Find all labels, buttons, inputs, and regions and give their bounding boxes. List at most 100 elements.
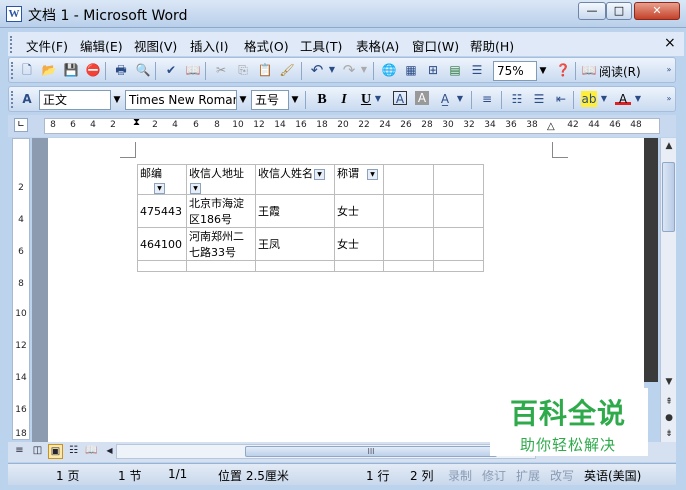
- filter-dropdown-icon[interactable]: ▼: [314, 168, 325, 180]
- print-icon[interactable]: 🖶: [113, 62, 129, 78]
- status-track-changes[interactable]: 修订: [482, 467, 506, 484]
- underline-dropdown-icon[interactable]: ▼: [373, 91, 383, 107]
- font-size-dropdown-icon[interactable]: ▼: [289, 91, 301, 109]
- undo-icon[interactable]: ↶: [309, 62, 325, 78]
- table-cell[interactable]: 邮编 ▼: [137, 164, 187, 195]
- redo-icon[interactable]: ↷: [341, 62, 357, 78]
- paste-icon[interactable]: 📋: [257, 62, 273, 78]
- reading-view-icon[interactable]: 📖: [84, 444, 99, 459]
- cut-icon[interactable]: ✂: [213, 62, 229, 78]
- vertical-scroll-thumb[interactable]: [662, 162, 675, 232]
- scroll-left-icon[interactable]: ◀: [102, 444, 117, 459]
- scroll-down-icon[interactable]: ▼: [661, 374, 677, 390]
- status-language[interactable]: 英语(美国): [584, 467, 641, 484]
- right-indent-marker-icon[interactable]: △: [547, 121, 555, 132]
- font-dropdown-icon[interactable]: ▼: [237, 91, 249, 109]
- research-icon[interactable]: 📖: [185, 62, 201, 78]
- menu-window[interactable]: 窗口(W): [412, 36, 459, 55]
- print-layout-view-icon[interactable]: ▣: [48, 444, 63, 459]
- table-cell[interactable]: [433, 194, 484, 228]
- format-painter-icon[interactable]: 🖌: [279, 62, 295, 78]
- table-cell[interactable]: [137, 260, 187, 272]
- minimize-button[interactable]: —: [578, 2, 606, 20]
- highlight-icon[interactable]: ab: [581, 91, 597, 107]
- indent-marker-icon[interactable]: ⧗: [133, 117, 140, 128]
- toolbar-options-icon[interactable]: »: [661, 91, 677, 107]
- font-select[interactable]: Times New Roman: [125, 90, 237, 110]
- menu-grip[interactable]: [10, 36, 13, 53]
- vertical-ruler[interactable]: 2 4 6 8 10 12 14 16 18: [12, 138, 30, 440]
- decrease-indent-icon[interactable]: ⇤: [553, 91, 569, 107]
- italic-button[interactable]: I: [335, 91, 353, 109]
- hyperlink-icon[interactable]: 🌐: [381, 62, 397, 78]
- print-preview-icon[interactable]: 🔍: [135, 62, 151, 78]
- zoom-select[interactable]: 75%: [493, 61, 537, 81]
- table-cell[interactable]: 女士: [334, 227, 384, 261]
- columns-icon[interactable]: ☰: [469, 62, 485, 78]
- status-overtype[interactable]: 改写: [550, 467, 574, 484]
- horizontal-scroll-thumb[interactable]: III: [245, 446, 497, 457]
- redo-dropdown-icon[interactable]: ▼: [359, 62, 369, 78]
- insert-table-icon[interactable]: ⊞: [425, 62, 441, 78]
- menu-help[interactable]: 帮助(H): [470, 36, 514, 55]
- table-cell[interactable]: [383, 194, 434, 228]
- table-cell[interactable]: [186, 260, 256, 272]
- status-record[interactable]: 录制: [448, 467, 472, 484]
- spelling-icon[interactable]: ✔: [163, 62, 179, 78]
- outline-view-icon[interactable]: ☷: [66, 444, 81, 459]
- web-view-icon[interactable]: ◫: [30, 444, 45, 459]
- open-folder-icon[interactable]: 📂: [41, 62, 57, 78]
- filter-dropdown-icon[interactable]: ▼: [190, 182, 201, 194]
- document-table[interactable]: 邮编▼ 收信人地址▼ 收信人姓名 ▼ 称谓 ▼ 475443 北京市海淀区186号 …: [137, 164, 484, 272]
- table-cell[interactable]: [433, 260, 484, 272]
- highlight-dropdown-icon[interactable]: ▼: [599, 91, 609, 107]
- maximize-button[interactable]: □: [606, 2, 632, 20]
- menu-table[interactable]: 表格(A): [356, 36, 399, 55]
- close-document-icon[interactable]: ×: [664, 35, 676, 51]
- char-shading-icon[interactable]: A: [415, 91, 429, 105]
- vertical-scrollbar[interactable]: ▲ ▼ ⇞ ● ⇟: [660, 138, 676, 442]
- toolbar-grip[interactable]: [11, 91, 14, 108]
- next-page-icon[interactable]: ⇟: [661, 426, 677, 442]
- table-cell[interactable]: [433, 164, 484, 195]
- styles-pane-icon[interactable]: A: [19, 91, 35, 107]
- font-color-dropdown-icon[interactable]: ▼: [633, 91, 643, 107]
- char-border-icon[interactable]: A: [393, 91, 407, 106]
- table-cell[interactable]: [383, 227, 434, 261]
- permission-icon[interactable]: ⛔: [85, 62, 101, 78]
- table-cell[interactable]: 收信人姓名 ▼: [255, 164, 335, 195]
- style-select[interactable]: 正文: [39, 90, 111, 110]
- font-size-select[interactable]: 五号: [251, 90, 289, 110]
- insert-excel-icon[interactable]: ▤: [447, 62, 463, 78]
- close-window-button[interactable]: ✕: [634, 2, 680, 20]
- undo-dropdown-icon[interactable]: ▼: [327, 62, 337, 78]
- copy-icon[interactable]: ⎘: [235, 62, 251, 78]
- filter-active-icon[interactable]: ▼: [367, 168, 378, 180]
- word-app-icon[interactable]: W: [6, 6, 22, 22]
- save-icon[interactable]: 💾: [63, 62, 79, 78]
- new-document-icon[interactable]: 🗋: [19, 62, 35, 78]
- tab-selector-icon[interactable]: ∟: [14, 118, 28, 132]
- browse-object-icon[interactable]: ●: [661, 410, 677, 426]
- table-cell[interactable]: [383, 260, 434, 272]
- table-cell[interactable]: 女士: [334, 194, 384, 228]
- zoom-dropdown-icon[interactable]: ▼: [537, 62, 549, 80]
- table-cell[interactable]: [383, 164, 434, 195]
- table-cell[interactable]: 王霞: [255, 194, 335, 228]
- font-color-icon[interactable]: A: [615, 91, 631, 106]
- menu-file[interactable]: 文件(F): [26, 36, 68, 55]
- table-cell[interactable]: [255, 260, 335, 272]
- menu-edit[interactable]: 编辑(E): [80, 36, 123, 55]
- table-cell[interactable]: 称谓 ▼: [334, 164, 384, 195]
- menu-insert[interactable]: 插入(I): [190, 36, 228, 55]
- table-cell[interactable]: 河南郑州二七路33号: [186, 227, 256, 261]
- read-mode-icon[interactable]: 📖: [581, 62, 597, 78]
- previous-page-icon[interactable]: ⇞: [661, 394, 677, 410]
- menu-tools[interactable]: 工具(T): [300, 36, 342, 55]
- toolbar-grip[interactable]: [11, 62, 14, 79]
- table-cell[interactable]: 475443: [137, 194, 187, 228]
- scroll-up-icon[interactable]: ▲: [661, 138, 677, 154]
- table-cell[interactable]: 王凤: [255, 227, 335, 261]
- table-cell[interactable]: [334, 260, 384, 272]
- menu-format[interactable]: 格式(O): [244, 36, 289, 55]
